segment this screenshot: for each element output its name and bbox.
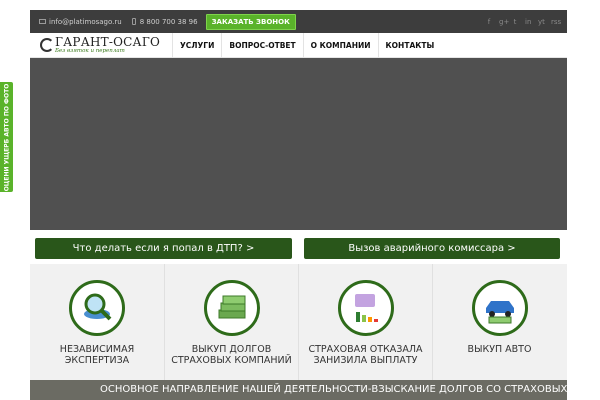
social-links: f g+ t in yt rss	[486, 18, 561, 26]
hero-slider[interactable]	[30, 58, 567, 230]
envelope-icon	[39, 19, 46, 24]
logo-title: ГАРАНТ-ОСАГО	[55, 34, 161, 49]
main-nav: УСЛУГИ ВОПРОС-ОТВЕТ О КОМПАНИИ КОНТАКТЫ	[172, 32, 442, 58]
phone-icon	[131, 18, 136, 25]
money-stack-icon	[203, 280, 260, 336]
linkedin-icon[interactable]: in	[525, 18, 531, 26]
car-money-icon	[471, 280, 528, 336]
nav-item-faq[interactable]: ВОПРОС-ОТВЕТ	[221, 32, 302, 58]
google-plus-icon[interactable]: g+	[499, 18, 509, 26]
photo-damage-estimate-tab[interactable]: ОЦЕНИ УЩЕРБ АВТО ПО ФОТО	[0, 82, 13, 192]
service-card[interactable]: СТРАХОВАЯ ОТКАЗАЛА ЗАНИЗИЛА ВЫПЛАТУ	[298, 264, 432, 380]
phone-number[interactable]: 8 800 700 38 96	[140, 18, 198, 26]
emergency-commissioner-button[interactable]: Вызов аварийного комиссара >	[304, 238, 560, 259]
rss-icon[interactable]: rss	[551, 18, 561, 26]
page: info@platimosago.ru 8 800 700 38 96 ЗАКА…	[0, 0, 600, 400]
youtube-icon[interactable]: yt	[538, 18, 545, 26]
site-header: ГАРАНТ-ОСАГО Без взяток и переплат УСЛУГ…	[30, 32, 567, 58]
service-label-line2: ЗАНИЗИЛА ВЫПЛАТУ	[313, 355, 418, 366]
services-section: НЕЗАВИСИМАЯ ЭКСПЕРТИЗА ВЫКУП ДОЛГОВ СТРА…	[30, 264, 567, 380]
service-label-line1: ВЫКУП ДОЛГОВ	[191, 344, 272, 355]
service-card[interactable]: НЕЗАВИСИМАЯ ЭКСПЕРТИЗА	[30, 264, 164, 380]
wallet-chart-icon	[337, 280, 394, 336]
accident-guide-button[interactable]: Что делать если я попал в ДТП? >	[35, 238, 292, 259]
callback-button[interactable]: ЗАКАЗАТЬ ЗВОНОК	[205, 13, 296, 30]
email-link[interactable]: info@platimosago.ru	[49, 18, 122, 26]
facebook-icon[interactable]: f	[486, 18, 492, 26]
main-direction-banner: ОСНОВНОЕ НАПРАВЛЕНИЕ НАШЕЙ ДЕЯТЕЛЬНОСТИ-…	[30, 380, 567, 400]
nav-item-contacts[interactable]: КОНТАКТЫ	[377, 32, 442, 58]
sidetab-label: ОЦЕНИ УЩЕРБ АВТО ПО ФОТО	[3, 83, 10, 191]
logo-mark-icon	[40, 38, 54, 52]
service-card[interactable]: ВЫКУП АВТО	[432, 264, 566, 380]
twitter-icon[interactable]: t	[512, 18, 518, 26]
contact-info: info@platimosago.ru 8 800 700 38 96	[39, 18, 198, 26]
nav-item-services[interactable]: УСЛУГИ	[172, 32, 221, 58]
service-card[interactable]: ВЫКУП ДОЛГОВ СТРАХОВЫХ КОМПАНИЙ	[164, 264, 298, 380]
service-label-line1: НЕЗАВИСИМАЯ	[59, 344, 135, 355]
top-bar: info@platimosago.ru 8 800 700 38 96 ЗАКА…	[30, 10, 567, 33]
logo-tagline: Без взяток и переплат	[55, 47, 125, 54]
magnifier-car-icon	[69, 280, 125, 336]
service-label-line2: СТРАХОВЫХ КОМПАНИЙ	[171, 355, 292, 366]
service-label-line1: СТРАХОВАЯ ОТКАЗАЛА	[308, 344, 423, 355]
logo[interactable]: ГАРАНТ-ОСАГО Без взяток и переплат	[40, 33, 172, 58]
service-label-line1: ВЫКУП АВТО	[467, 344, 532, 355]
nav-item-about[interactable]: О КОМПАНИИ	[302, 32, 378, 58]
service-label-line2: ЭКСПЕРТИЗА	[64, 355, 130, 366]
